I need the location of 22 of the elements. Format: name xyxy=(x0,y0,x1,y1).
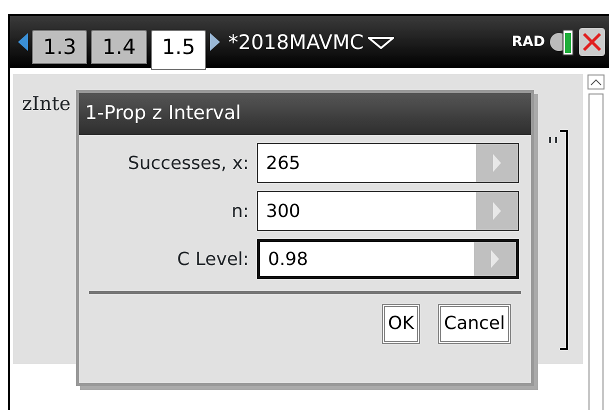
scrollbar[interactable] xyxy=(587,74,605,410)
dialog-button[interactable]: Cancel xyxy=(438,304,511,344)
input-field[interactable]: 265 xyxy=(257,143,519,183)
angle-mode: RAD xyxy=(512,32,545,52)
field-label: n: xyxy=(230,200,249,224)
entry-text: '' xyxy=(547,136,560,158)
page-tab[interactable]: 1.3 xyxy=(32,30,88,64)
left-arrow-icon[interactable] xyxy=(18,33,28,51)
input-field[interactable]: 300 xyxy=(257,191,519,231)
input-field[interactable]: 0.98 xyxy=(257,239,519,279)
battery-icon[interactable] xyxy=(549,27,575,57)
entry-text: zInte xyxy=(22,92,71,117)
dialog-button[interactable]: OK xyxy=(382,304,420,344)
right-arrow-icon[interactable] xyxy=(210,33,220,51)
field-label: C Level: xyxy=(176,248,249,272)
field-label: Successes, x: xyxy=(126,152,249,176)
close-icon[interactable] xyxy=(579,27,605,57)
page-tab[interactable]: 1.5 xyxy=(150,30,206,70)
page-tab[interactable]: 1.4 xyxy=(91,30,147,64)
dropdown-icon[interactable] xyxy=(368,35,394,49)
document-title[interactable]: *2018MAVMC xyxy=(228,27,364,57)
dialog-title: 1-Prop z Interval xyxy=(79,93,531,135)
